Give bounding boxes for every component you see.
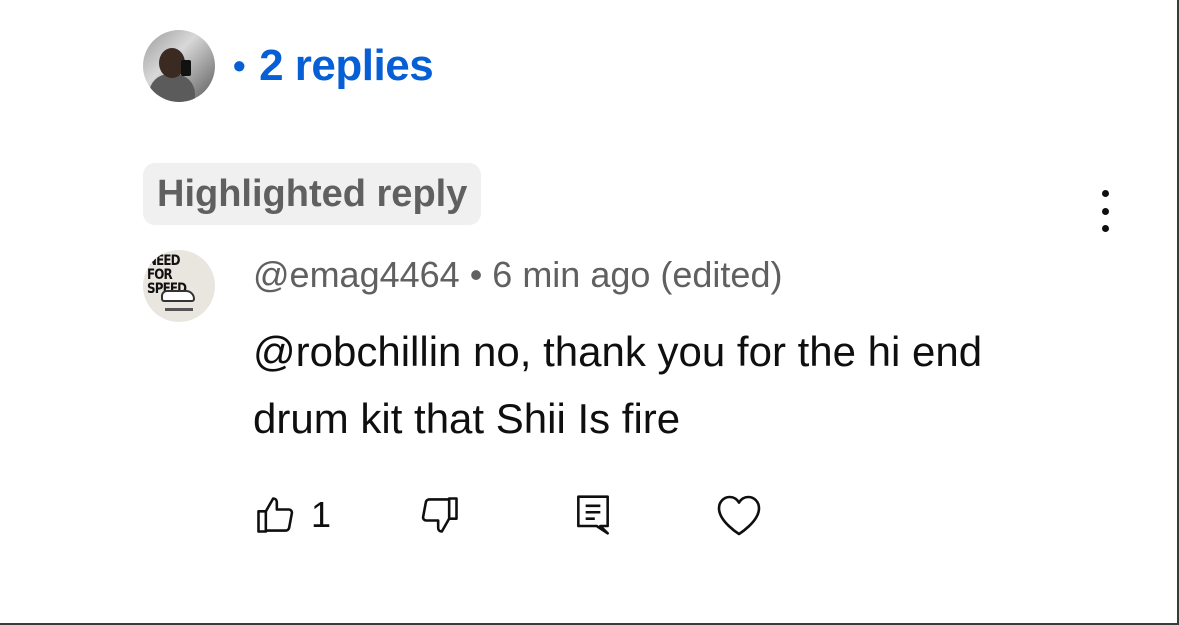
replies-row[interactable]: • 2 replies xyxy=(143,30,434,102)
comment-author[interactable]: @emag4464 xyxy=(253,254,460,295)
comment-thread: • 2 replies Highlighted reply NEED FOR SP… xyxy=(0,0,1179,625)
replies-dot: • xyxy=(233,45,246,86)
like-button[interactable]: 1 xyxy=(253,488,331,542)
like-count: 1 xyxy=(311,494,332,535)
heart-icon xyxy=(717,495,761,536)
view-replies-link[interactable]: • 2 replies xyxy=(233,41,434,91)
more-vertical-icon[interactable] xyxy=(1090,190,1120,232)
comment-body: @robchillin no, thank you for the hi end… xyxy=(253,318,1083,452)
heart-button[interactable] xyxy=(715,488,763,542)
thumbs-up-icon xyxy=(257,497,294,533)
meta-separator: • xyxy=(469,254,483,295)
dislike-button[interactable] xyxy=(418,488,462,542)
replier-avatar xyxy=(143,30,215,102)
comment-time: 6 min ago (edited) xyxy=(492,254,783,295)
comment-icon xyxy=(577,495,609,535)
replies-count-label[interactable]: 2 replies xyxy=(259,41,434,91)
thumbs-down-icon xyxy=(421,497,458,533)
reply-button[interactable] xyxy=(571,488,615,542)
comment-meta: @emag4464 • 6 min ago (edited) xyxy=(253,254,782,296)
commenter-avatar[interactable]: NEED FOR SPEED xyxy=(143,250,215,322)
highlighted-reply-chip: Highlighted reply xyxy=(143,163,482,225)
comment-mention[interactable]: @robchillin xyxy=(253,328,461,375)
